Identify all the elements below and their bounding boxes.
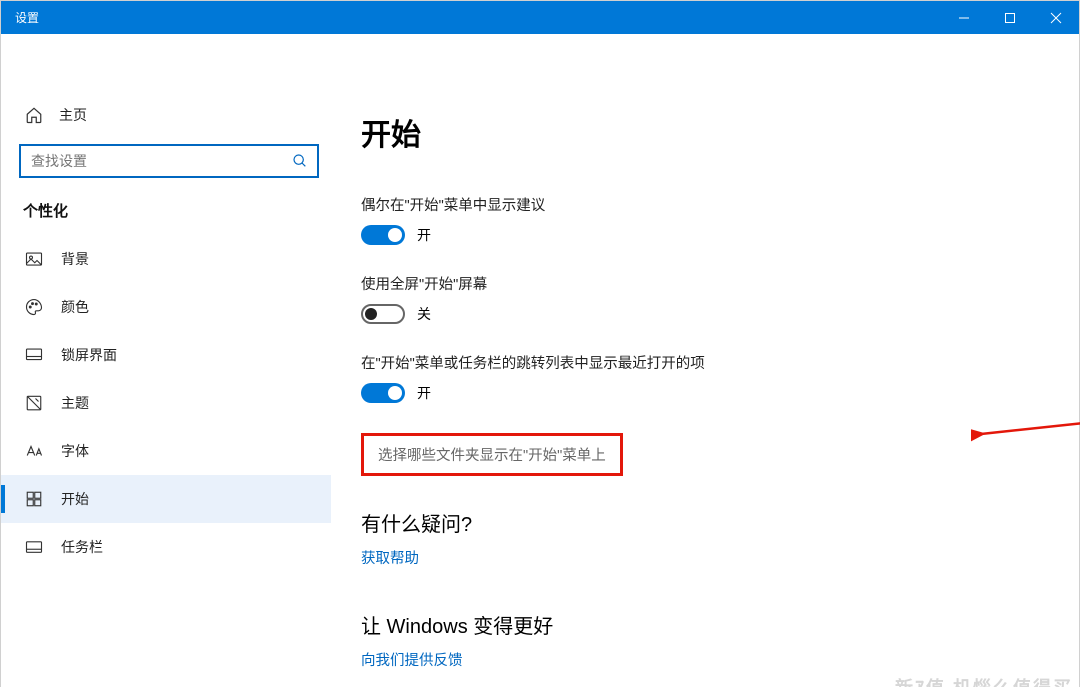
lockscreen-icon [25, 346, 43, 364]
sidebar-item-taskbar[interactable]: 任务栏 [1, 523, 331, 571]
toggle-state: 开 [417, 383, 431, 403]
content-area: 开始 偶尔在"开始"菜单中显示建议 开 使用全屏"开始"屏幕 关 在"开始"菜单… [331, 34, 1079, 687]
search-icon [291, 152, 309, 170]
sidebar-item-label: 背景 [61, 249, 89, 269]
taskbar-icon [25, 538, 43, 556]
sidebar-item-start[interactable]: 开始 [1, 475, 331, 523]
sidebar-item-fonts[interactable]: 字体 [1, 427, 331, 475]
home-label: 主页 [59, 105, 87, 125]
help-heading: 有什么疑问? [361, 508, 1079, 537]
font-icon [25, 442, 43, 460]
setting-suggestions: 偶尔在"开始"菜单中显示建议 开 [361, 194, 1079, 245]
sidebar-item-label: 主题 [61, 393, 89, 413]
start-icon [25, 490, 43, 508]
annotation-arrow [971, 412, 1080, 452]
sidebar-item-lockscreen[interactable]: 锁屏界面 [1, 331, 331, 379]
theme-icon [25, 394, 43, 412]
sidebar-item-label: 任务栏 [61, 537, 103, 557]
titlebar: 设置 [1, 1, 1079, 34]
page-title: 开始 [361, 110, 1079, 154]
setting-label: 使用全屏"开始"屏幕 [361, 273, 1079, 294]
feedback-link[interactable]: 向我们提供反馈 [361, 649, 463, 670]
setting-label: 偶尔在"开始"菜单中显示建议 [361, 194, 1079, 215]
window-title: 设置 [1, 9, 39, 26]
setting-recent-items: 在"开始"菜单或任务栏的跳转列表中显示最近打开的项 开 [361, 352, 1079, 403]
choose-folders-link[interactable]: 选择哪些文件夹显示在"开始"菜单上 [370, 439, 614, 470]
sidebar: 主页 个性化 背景 [1, 34, 331, 687]
sidebar-home[interactable]: 主页 [1, 96, 331, 134]
toggle-recent[interactable] [361, 383, 405, 403]
sidebar-item-label: 开始 [61, 489, 89, 509]
toggle-state: 关 [417, 304, 431, 324]
setting-label: 在"开始"菜单或任务栏的跳转列表中显示最近打开的项 [361, 352, 1079, 373]
palette-icon [25, 298, 43, 316]
toggle-suggestions[interactable] [361, 225, 405, 245]
close-button[interactable] [1033, 1, 1079, 34]
sidebar-item-background[interactable]: 背景 [1, 235, 331, 283]
help-link[interactable]: 获取帮助 [361, 547, 419, 568]
picture-icon [25, 250, 43, 268]
minimize-button[interactable] [941, 1, 987, 34]
sidebar-item-label: 锁屏界面 [61, 345, 117, 365]
feedback-heading: 让 Windows 变得更好 [361, 610, 1079, 639]
search-field[interactable] [31, 153, 291, 169]
watermark: 新ｱ值 机惱么值得买 [895, 674, 1073, 687]
toggle-fullscreen[interactable] [361, 304, 405, 324]
sidebar-item-label: 字体 [61, 441, 89, 461]
setting-fullscreen-start: 使用全屏"开始"屏幕 关 [361, 273, 1079, 324]
search-input[interactable] [19, 144, 319, 178]
sidebar-item-themes[interactable]: 主题 [1, 379, 331, 427]
sidebar-item-colors[interactable]: 颜色 [1, 283, 331, 331]
sidebar-item-label: 颜色 [61, 297, 89, 317]
category-label: 个性化 [1, 200, 331, 235]
home-icon [25, 106, 43, 124]
annotation-highlight-box: 选择哪些文件夹显示在"开始"菜单上 [361, 433, 623, 476]
toggle-state: 开 [417, 225, 431, 245]
maximize-button[interactable] [987, 1, 1033, 34]
